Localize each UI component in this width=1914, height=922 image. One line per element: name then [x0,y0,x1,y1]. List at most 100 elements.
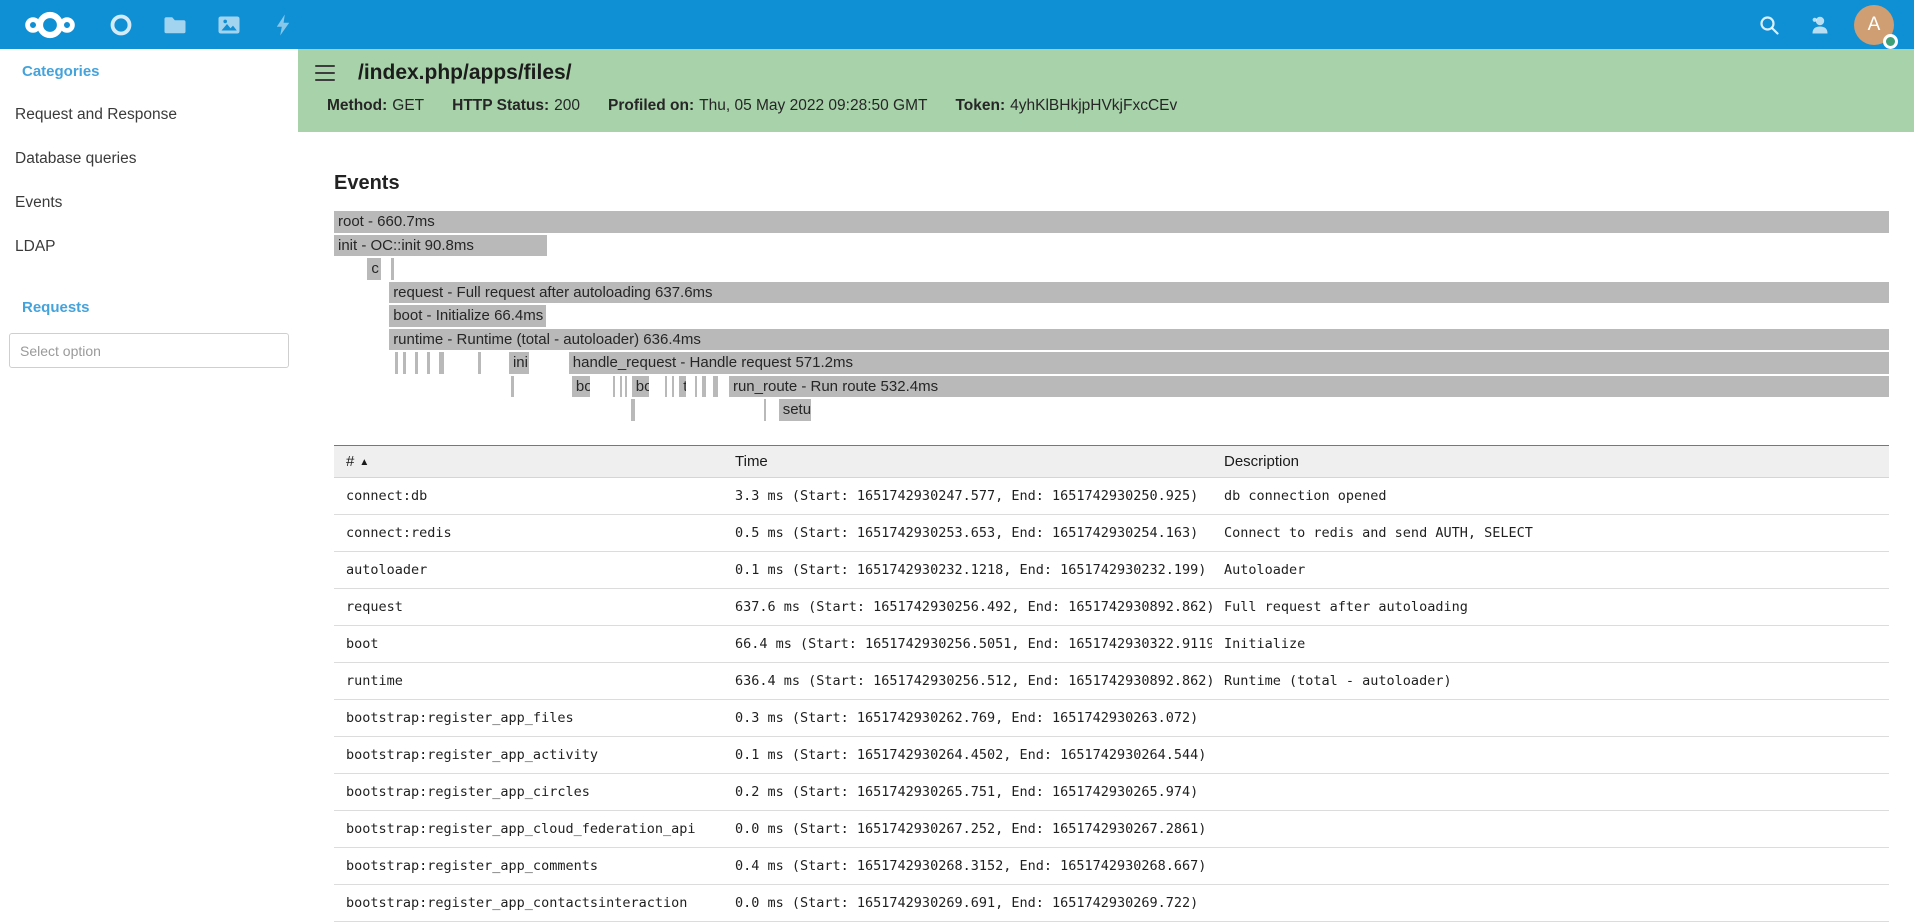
avatar-letter: A [1868,14,1881,36]
table-row: request637.6 ms (Start: 1651742930256.49… [334,588,1889,625]
sidebar-item-events[interactable]: Events [0,181,298,225]
timeline-bar: bo [632,376,649,398]
table-row: bootstrap:register_app_activity0.1 ms (S… [334,736,1889,773]
table-row: bootstrap:register_app_contactsinteracti… [334,884,1889,921]
events-section: Events root - 660.7msinit - OC::init 90.… [298,172,1914,922]
timeline-bar [764,399,766,421]
table-cell [1212,736,1889,773]
timeline-row: runtime - Runtime (total - autoloader) 6… [334,329,1889,353]
photos-icon[interactable] [214,10,244,40]
contacts-icon[interactable] [1804,10,1834,40]
main-content: /index.php/apps/files/ Method: GET HTTP St… [298,49,1914,922]
profiled-url-title: /index.php/apps/files/ [358,61,572,85]
menu-icon[interactable] [315,65,335,81]
timeline-bar [391,258,394,280]
column-header-time[interactable]: Time [723,445,1212,477]
meta-profiled-on: Profiled on: Thu, 05 May 2022 09:28:50 GM… [608,97,927,115]
timeline-row: request - Full request after autoloading… [334,282,1889,306]
search-icon[interactable] [1754,10,1784,40]
timeline-row: ini handle_request - Handle request 571.2… [334,352,1889,376]
table-cell: 3.3 ms (Start: 1651742930247.577, End: 1… [723,477,1212,514]
nextcloud-logo-icon[interactable] [24,8,76,42]
timeline-bar [439,352,444,374]
table-cell: 66.4 ms (Start: 1651742930256.5051, End:… [723,625,1212,662]
timeline-bar [665,376,667,398]
timeline-bar: handle_request - Handle request 571.2ms [569,352,1889,374]
table-cell: Runtime (total - autoloader) [1212,662,1889,699]
timeline-bar: bo [572,376,590,398]
table-cell: bootstrap:register_app_contactsinteracti… [334,884,723,921]
meta-token: Token:4yhKlBHkjpHVkjFxcCEv [955,97,1177,115]
table-row: connect:db3.3 ms (Start: 1651742930247.5… [334,477,1889,514]
timeline-bar: runtime - Runtime (total - autoloader) 6… [389,329,1889,351]
timeline-bar [620,376,622,398]
table-cell [1212,810,1889,847]
table-cell [1212,847,1889,884]
table-cell: bootstrap:register_app_activity [334,736,723,773]
meta-label: Token: [955,97,1005,114]
sidebar-item-request-and-response[interactable]: Request and Response [0,93,298,137]
table-cell: request [334,588,723,625]
request-select-input[interactable] [9,333,289,368]
table-cell: 0.4 ms (Start: 1651742930268.3152, End: … [723,847,1212,884]
table-cell: 0.0 ms (Start: 1651742930267.252, End: 1… [723,810,1212,847]
timeline-bar: ini [509,352,529,374]
table-cell: 0.3 ms (Start: 1651742930262.769, End: 1… [723,699,1212,736]
timeline-bar [613,376,615,398]
meta-value: GET [392,97,424,114]
files-folder-icon[interactable] [160,10,190,40]
timeline-row: c [334,258,1889,282]
table-row: boot66.4 ms (Start: 1651742930256.5051, … [334,625,1889,662]
timeline-bar [695,376,697,398]
timeline-bar [427,352,430,374]
activity-icon[interactable] [268,10,298,40]
table-cell: connect:redis [334,514,723,551]
meta-value: Thu, 05 May 2022 09:28:50 GMT [699,97,927,114]
timeline-row: init - OC::init 90.8ms [334,235,1889,259]
column-header-[interactable]: #▲ [334,445,723,477]
table-cell: 0.2 ms (Start: 1651742930265.751, End: 1… [723,773,1212,810]
meta-label: Method: [327,97,387,114]
online-status-dot [1883,34,1898,49]
user-avatar[interactable]: A [1854,5,1894,45]
table-row: connect:redis0.5 ms (Start: 165174293025… [334,514,1889,551]
timeline-bar: request - Full request after autoloading… [389,282,1889,304]
timeline-bar [395,352,398,374]
events-title: Events [334,172,1889,195]
top-navigation-bar: A [0,0,1914,49]
column-header-description[interactable]: Description [1212,445,1889,477]
profiler-app-icon[interactable] [106,10,136,40]
request-meta-row: Method: GET HTTP Status: 200 Profiled on: Thu… [298,97,1914,115]
timeline-row: bobotllrun_route - Run route 532.4ms [334,376,1889,400]
requests-heading: Requests [22,299,298,317]
table-cell: 636.4 ms (Start: 1651742930256.512, End:… [723,662,1212,699]
timeline-bar [478,352,481,374]
table-cell: 637.6 ms (Start: 1651742930256.492, End:… [723,588,1212,625]
sidebar-item-ldap[interactable]: LDAP [0,225,298,269]
timeline-bar [672,376,674,398]
meta-http-status: HTTP Status: 200 [452,97,580,115]
meta-value: 200 [554,97,580,114]
categories-heading: Categories [22,63,298,81]
sidebar-item-database-queries[interactable]: Database queries [0,137,298,181]
table-cell: boot [334,625,723,662]
timeline-bar: boot - Initialize 66.4ms [389,305,546,327]
table-cell [1212,884,1889,921]
timeline-bar [403,352,406,374]
timeline-bar: l [631,399,635,421]
timeline-bar [415,352,418,374]
meta-label: HTTP Status: [452,97,549,114]
timeline-row: root - 660.7ms [334,211,1889,235]
table-cell: bootstrap:register_app_cloud_federation_… [334,810,723,847]
timeline-bar: setup [779,399,812,421]
table-row: autoloader0.1 ms (Start: 1651742930232.1… [334,551,1889,588]
meta-label: Profiled on: [608,97,694,114]
table-cell: 0.1 ms (Start: 1651742930264.4502, End: … [723,736,1212,773]
table-cell: connect:db [334,477,723,514]
table-cell: Autoloader [1212,551,1889,588]
timeline-bar: root - 660.7ms [334,211,1889,233]
timeline-row: l setup [334,399,1889,423]
timeline-bar: t [679,376,686,398]
table-cell: autoloader [334,551,723,588]
table-cell [1212,699,1889,736]
